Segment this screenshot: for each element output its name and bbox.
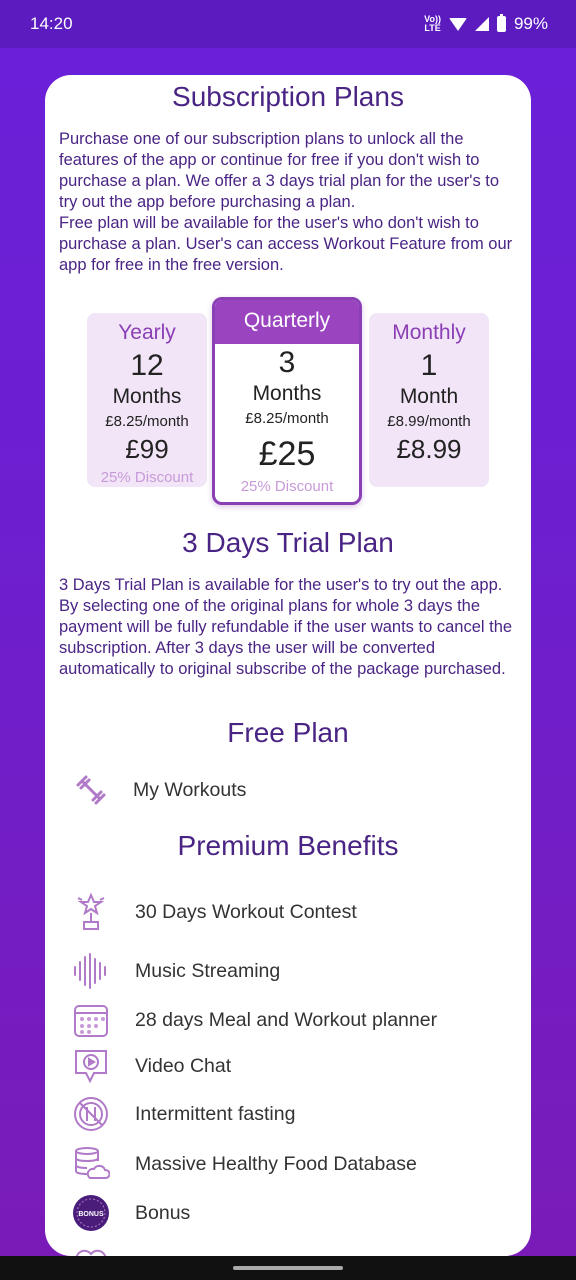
database-cloud-icon (71, 1144, 111, 1184)
status-icons: Vo)) LTE 99% (424, 14, 548, 34)
plan-count: 12 (130, 349, 164, 382)
feature-label: 30 Days Workout Contest (135, 900, 357, 923)
svg-text:BONUS: BONUS (78, 1211, 104, 1218)
feature-label: Bonus (135, 1201, 191, 1224)
plan-name: Yearly (118, 321, 176, 344)
plan-count: 3 (278, 346, 296, 379)
plan-price: £25 (258, 435, 316, 473)
feature-video-chat: Video Chat (45, 1044, 531, 1088)
plan-monthly[interactable]: Monthly 1 Month £8.99/month £8.99 (369, 313, 489, 487)
plan-unit: Months (112, 385, 182, 408)
signal-icon (474, 17, 489, 31)
plan-per-month: £8.25/month (245, 410, 329, 427)
video-chat-icon (71, 1046, 111, 1086)
feature-label: Intermittent fasting (135, 1102, 296, 1125)
heart-icon (71, 1243, 111, 1256)
page-title: Subscription Plans (172, 81, 404, 112)
status-bar: 14:20 Vo)) LTE 99% (0, 0, 576, 48)
plan-name: Monthly (392, 321, 466, 344)
premium-title: Premium Benefits (177, 830, 399, 861)
feature-planner: 28 days Meal and Workout planner (45, 998, 531, 1042)
plan-selector: Yearly 12 Months £8.25/month £99 25% Dis… (45, 297, 531, 507)
plan-discount: 25% Discount (100, 469, 194, 486)
plan-count: 1 (420, 349, 438, 382)
feature-label: My Workouts (133, 778, 247, 801)
volte-icon: Vo)) LTE (424, 14, 441, 33)
trial-text: 3 Days Trial Plan is available for the u… (59, 576, 513, 678)
feature-workout-contest: 30 Days Workout Contest (45, 890, 531, 934)
feature-music-streaming: Music Streaming (45, 949, 531, 993)
subscription-card[interactable]: Subscription Plans Purchase one of our s… (45, 75, 531, 1256)
feature-fasting: Intermittent fasting (45, 1092, 531, 1136)
plan-per-month: £8.25/month (105, 413, 189, 430)
dumbbell-icon (71, 770, 111, 810)
no-food-icon (71, 1094, 111, 1134)
feature-label: Massive Healthy Food Database (135, 1152, 417, 1175)
sound-wave-icon (71, 951, 111, 991)
trial-title: 3 Days Trial Plan (182, 527, 394, 558)
status-time: 14:20 (30, 14, 73, 33)
plan-price: £99 (125, 434, 169, 464)
plan-quarterly[interactable]: Quarterly 3 Months £8.25/month £25 25% D… (212, 297, 362, 505)
feature-my-workouts: My Workouts (45, 768, 531, 812)
feature-label: Music Streaming (135, 959, 281, 982)
plan-name: Quarterly (215, 300, 359, 344)
plan-unit: Month (399, 385, 459, 408)
intro-text: Purchase one of our subscription plans t… (59, 130, 513, 274)
feature-label: 28 days Meal and Workout planner (135, 1008, 438, 1031)
system-nav-bar (0, 1256, 576, 1280)
bonus-badge-icon: BONUS (71, 1193, 111, 1233)
feature-label: Video Chat (135, 1054, 232, 1077)
plan-unit: Months (252, 382, 322, 405)
trophy-star-icon (71, 892, 111, 932)
feature-food-database: Massive Healthy Food Database (45, 1142, 531, 1186)
wifi-icon (448, 17, 467, 31)
plan-discount: 25% Discount (240, 478, 334, 495)
free-plan-title: Free Plan (227, 717, 349, 748)
plan-yearly[interactable]: Yearly 12 Months £8.25/month £99 25% Dis… (87, 313, 207, 487)
feature-bonus: BONUS Bonus (45, 1191, 531, 1235)
home-gesture-handle[interactable] (233, 1266, 343, 1270)
plan-price: £8.99 (396, 434, 462, 464)
calendar-icon (71, 1000, 111, 1040)
battery-icon (496, 14, 506, 32)
plan-per-month: £8.99/month (387, 413, 471, 430)
battery-level: 99% (513, 14, 548, 33)
feature-partial (45, 1241, 531, 1256)
